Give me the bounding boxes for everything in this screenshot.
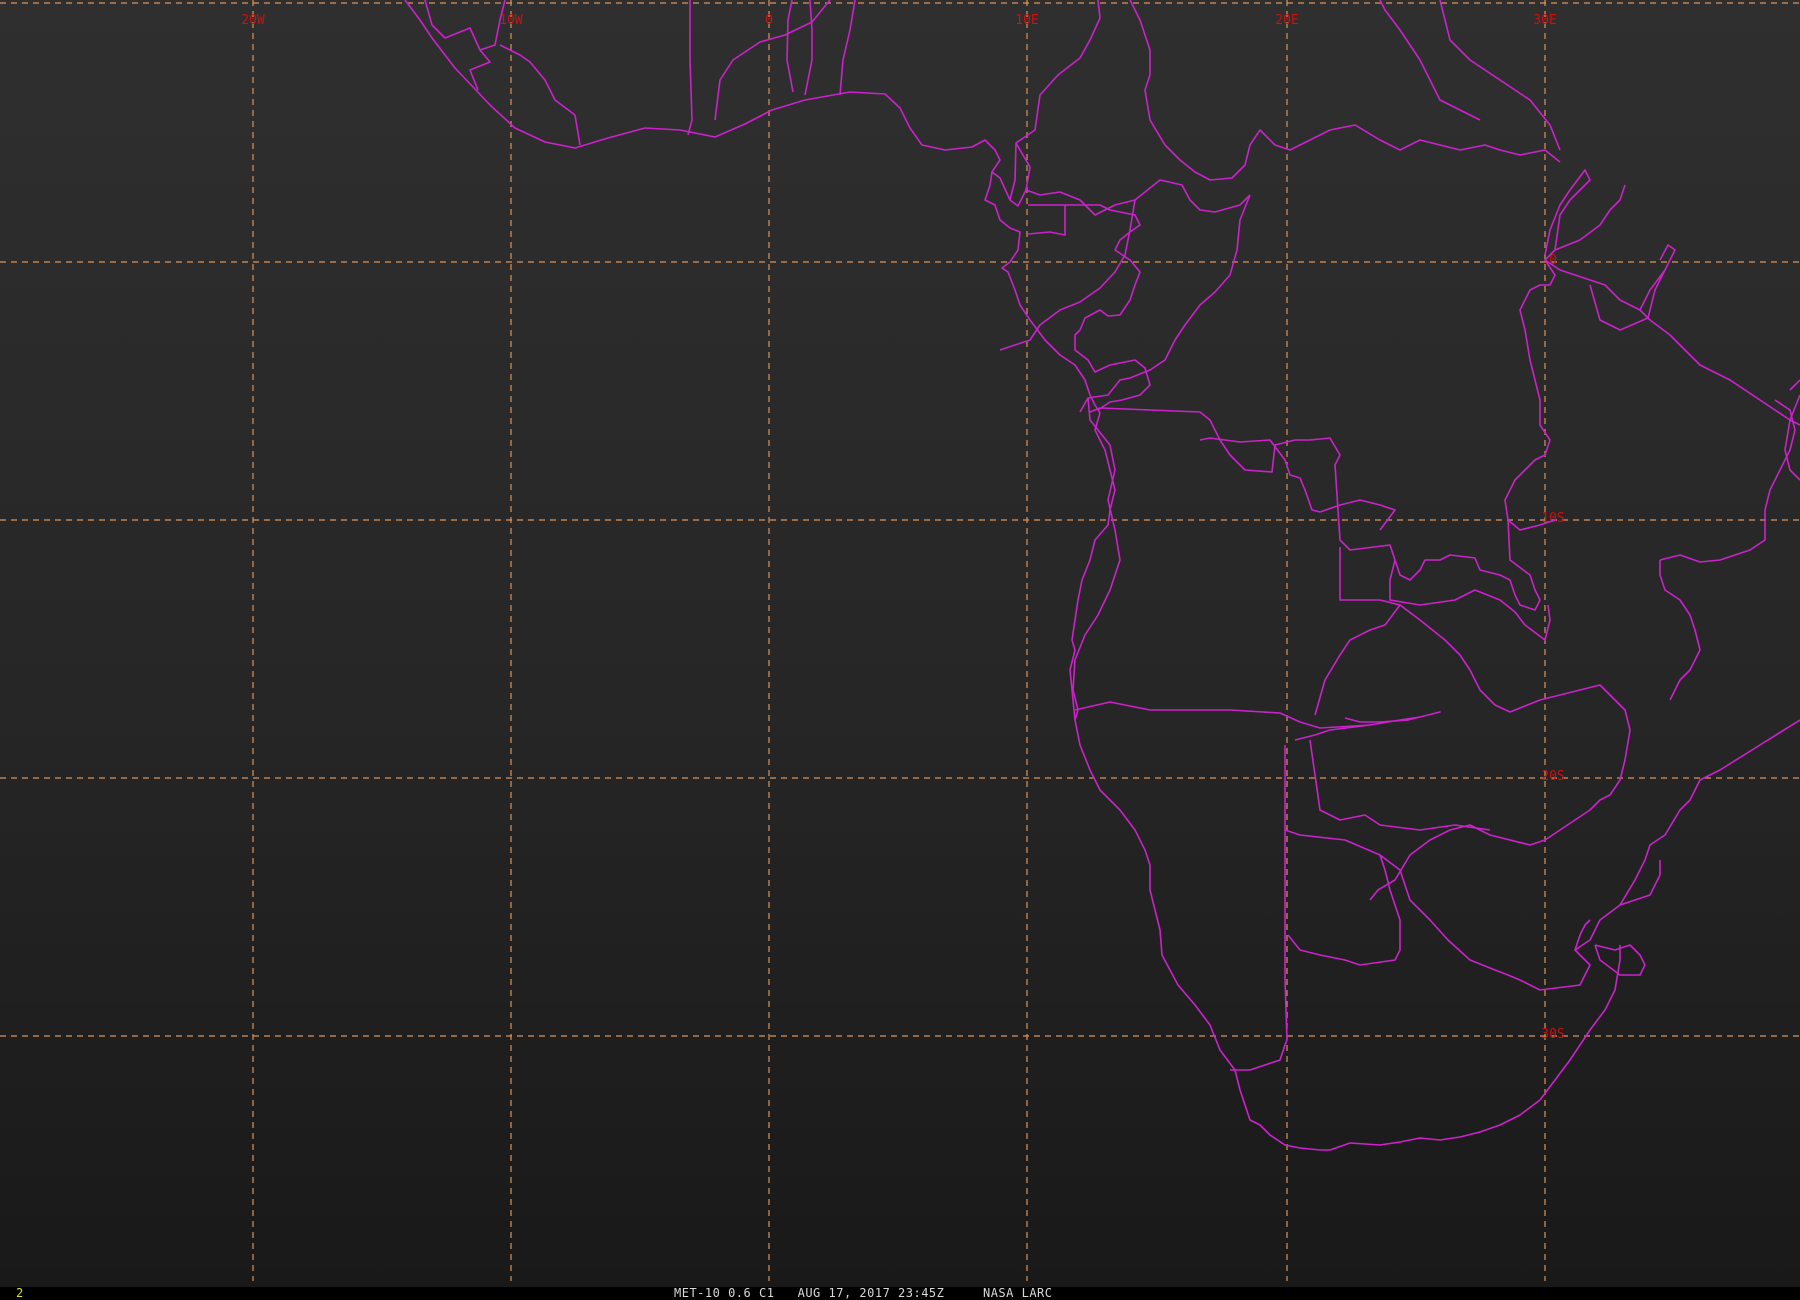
status-bar: 2 MET-10 0.6 C1 AUG 17, 2017 23:45Z NASA… xyxy=(0,1287,1800,1300)
longitude-label: 10E xyxy=(1015,13,1038,28)
product-caption: MET-10 0.6 C1 AUG 17, 2017 23:45Z NASA L… xyxy=(674,1286,1053,1300)
satellite-image-viewer: 20W 10W 0 10E 20E 30E 0 10S 20S 30S 2 MET-10 0.6 … xyxy=(0,0,1800,1300)
map-canvas[interactable]: 20W 10W 0 10E 20E 30E010S20S30S xyxy=(0,0,1800,1287)
longitude-label: 20W xyxy=(241,13,265,28)
longitude-label: 30E xyxy=(1533,13,1556,28)
latitude-label: 30S xyxy=(1541,1027,1564,1042)
longitude-label: 10W xyxy=(499,13,523,28)
satellite-image-background xyxy=(0,0,1800,1287)
longitude-label: 20E xyxy=(1275,13,1298,28)
longitude-label: 0 xyxy=(765,13,773,28)
latitude-label: 20S xyxy=(1541,769,1564,784)
frame-number: 2 xyxy=(16,1286,24,1300)
